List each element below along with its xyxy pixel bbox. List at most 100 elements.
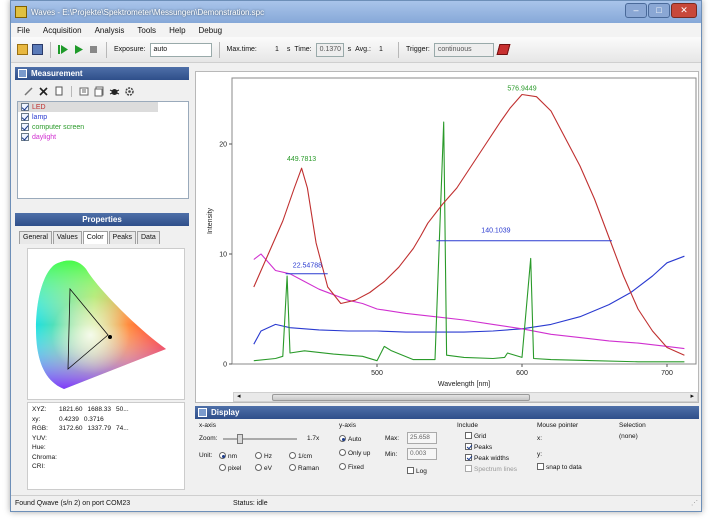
maximize-button[interactable]: □ (648, 3, 670, 18)
spectral-locus (36, 260, 166, 389)
spectrum-chart[interactable]: 500 600 700 0 10 20 Wavelength [nm] Intensity 57… (196, 72, 698, 402)
include-grid-checkbox[interactable]: Grid (465, 432, 486, 440)
save-icon[interactable] (32, 44, 43, 55)
color-key: RGB: (32, 425, 48, 432)
bug-icon[interactable] (109, 86, 120, 97)
measurement-checkbox[interactable] (21, 103, 29, 111)
list-item[interactable]: computer screen (18, 122, 188, 132)
color-value: 0.4239 (59, 415, 79, 423)
close-button[interactable]: ✕ (671, 3, 697, 18)
display-title: Display (211, 408, 240, 417)
color-row: Chroma: (32, 453, 180, 463)
y-axis-label: Intensity (207, 207, 214, 234)
menu-analysis[interactable]: Analysis (95, 26, 125, 35)
status-device: Found Qwave (s/n 2) on port COM23 (15, 500, 131, 507)
exposure-dropdown[interactable]: auto (149, 42, 212, 57)
y-tick-label: 0 (223, 362, 227, 369)
list-item[interactable]: LED (18, 102, 158, 112)
panel-icon (198, 408, 207, 417)
color-value: 1688.33 (87, 406, 112, 413)
unit-option-label: pixel (228, 465, 242, 472)
include-peaks-checkbox[interactable]: Peaks (465, 443, 492, 451)
import-icon[interactable] (94, 86, 105, 97)
maxtime-input[interactable]: 1 (261, 43, 283, 57)
measurement-checkbox[interactable] (21, 113, 29, 121)
snap-to-data-checkbox[interactable]: snap to data (537, 463, 582, 471)
minimize-button[interactable]: – (625, 3, 647, 18)
copy-icon[interactable] (53, 86, 64, 97)
properties-panel-header: Properties (15, 213, 189, 226)
include-peak-widths-checkbox[interactable]: Peak widths (465, 454, 509, 462)
delete-icon[interactable] (38, 86, 49, 97)
trigger-icon[interactable] (496, 44, 511, 55)
open-folder-icon[interactable] (17, 44, 28, 55)
unit-option-pixel[interactable]: pixel (219, 464, 241, 472)
ymin-input[interactable]: 0.003 (407, 448, 437, 460)
tab-color[interactable]: Color (82, 231, 108, 244)
color-key: XYZ: (32, 406, 47, 413)
ymax-input[interactable]: 25.658 (407, 432, 437, 444)
cie-chromaticity-diagram (27, 248, 185, 400)
unit-option-ev[interactable]: eV (255, 464, 272, 472)
color-key: xy: (32, 415, 41, 423)
scroll-left-icon[interactable]: ◂ (237, 392, 241, 400)
resize-grip-icon[interactable]: ⋰ (691, 496, 698, 511)
export-icon[interactable] (79, 86, 90, 97)
checkbox-icon (465, 454, 472, 461)
measurement-checkbox[interactable] (21, 133, 29, 141)
peak-label-red: 576.9449 (507, 86, 536, 93)
chart-horizontal-scrollbar[interactable]: ◂ ▸ (233, 392, 698, 402)
avg-label: Avg.: (355, 46, 371, 53)
zoom-slider-thumb[interactable] (236, 434, 243, 444)
stop-icon[interactable] (88, 44, 99, 55)
tab-data[interactable]: Data (137, 231, 160, 244)
peak-width-label-left: 22.54788 (293, 262, 322, 269)
exposure-label: Exposure: (114, 46, 146, 53)
play-icon[interactable] (73, 44, 84, 55)
unit-option-nm[interactable]: nm (219, 452, 237, 460)
menu-tools[interactable]: Tools (137, 26, 156, 35)
unit-option-label: Hz (264, 453, 272, 460)
unit-option-hz[interactable]: Hz (255, 452, 272, 460)
snap-label: snap to data (546, 464, 582, 471)
color-key: Hue: (32, 444, 46, 451)
list-item[interactable]: lamp (18, 112, 188, 122)
tab-general[interactable]: General (19, 231, 52, 244)
radio-icon (255, 452, 262, 459)
trigger-label: Trigger: (405, 46, 430, 53)
unit-option-1cm[interactable]: 1/cm (289, 452, 312, 460)
avg-input[interactable]: 1 (375, 43, 391, 57)
single-acquire-icon[interactable] (58, 44, 69, 55)
ymode-only-up[interactable]: Only up (339, 449, 370, 457)
pencil-icon[interactable] (23, 86, 34, 97)
time-field: 0.1370 (315, 42, 344, 57)
ymode-fixed[interactable]: Fixed (339, 463, 364, 471)
scrollbar-thumb[interactable] (272, 394, 530, 401)
include-spectrum-lines-checkbox[interactable]: Spectrum lines (465, 465, 517, 473)
menu-acquisition[interactable]: Acquisition (43, 26, 82, 35)
settings-icon[interactable] (124, 86, 135, 97)
trigger-dropdown[interactable]: continuous (433, 42, 494, 57)
menu-help[interactable]: Help (169, 26, 185, 35)
list-item[interactable]: daylight (18, 132, 188, 142)
title-bar: Waves - E:\Projekte\Spektrometer\Messung… (11, 1, 701, 23)
measurement-checkbox[interactable] (21, 123, 29, 131)
mouse-pointer-title: Mouse pointer (537, 422, 579, 429)
unit-option-raman[interactable]: Raman (289, 464, 319, 472)
tab-values[interactable]: Values (52, 231, 82, 244)
panel-icon (18, 69, 27, 78)
menu-debug[interactable]: Debug (199, 26, 223, 35)
menu-file[interactable]: File (17, 26, 30, 35)
measurement-label: lamp (32, 113, 48, 121)
measurement-label: LED (32, 103, 46, 111)
selection-value: (none) (619, 433, 638, 440)
ymode-auto[interactable]: Auto (339, 435, 361, 443)
ymode-label: Only up (348, 450, 371, 457)
x-tick-label: 700 (661, 370, 673, 377)
zoom-slider[interactable] (223, 434, 297, 444)
scroll-right-icon[interactable]: ▸ (690, 392, 694, 400)
unit-option-label: nm (228, 453, 238, 460)
tab-peaks[interactable]: Peaks (108, 231, 136, 244)
color-key: YUV: (32, 434, 47, 442)
log-checkbox[interactable]: Log (407, 467, 427, 475)
